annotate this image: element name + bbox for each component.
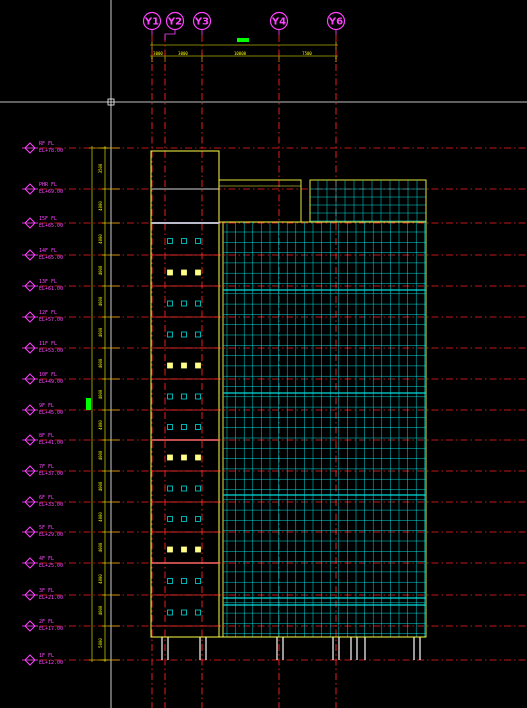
- level-name: 6F FL: [39, 495, 54, 501]
- left-dimension-value: 4000: [98, 420, 103, 430]
- left-dimension-value: 4000: [98, 296, 103, 306]
- level-name: 14F FL: [39, 248, 57, 254]
- top-dimension-value: 3000: [178, 51, 188, 56]
- grid-bubble-label: Y3: [194, 17, 209, 28]
- core-window: [167, 269, 173, 276]
- core-window: [181, 546, 187, 553]
- core-window: [181, 362, 187, 369]
- core-window: [167, 454, 173, 461]
- left-dimension-value: 4000: [98, 481, 103, 491]
- level-elevation: EL+49.00: [39, 379, 63, 385]
- level-name: 15F FL: [39, 216, 57, 222]
- level-elevation: EL+61.00: [39, 286, 63, 292]
- top-dimension-value: 7500: [302, 51, 312, 56]
- level-name: 12F FL: [39, 310, 57, 316]
- level-elevation: EL+37.00: [39, 471, 63, 477]
- level-elevation: EL+25.00: [39, 563, 63, 569]
- level-elevation: EL+33.00: [39, 502, 63, 508]
- left-dimension-value: 4000: [98, 389, 103, 399]
- level-name: 5F FL: [39, 525, 54, 531]
- core-window: [167, 362, 173, 369]
- left-dimension-value: 4000: [98, 234, 103, 244]
- left-dimension-value: 4000: [98, 327, 103, 337]
- grid-bubble-label: Y4: [271, 17, 286, 28]
- core-window: [195, 269, 201, 276]
- level-name: 11F FL: [39, 341, 57, 347]
- level-elevation: EL+69.00: [39, 189, 63, 195]
- level-name: 7F FL: [39, 464, 54, 470]
- left-dimension-value: 4000: [98, 574, 103, 584]
- left-dimension-value: 4000: [98, 512, 103, 522]
- level-name: 1F FL: [39, 653, 54, 659]
- level-elevation: EL+12.00: [39, 660, 63, 666]
- cad-drawing-canvas[interactable]: Y1 Y2 Y3 Y4 Y6 3000 3000 10000 7500 RF FLEL+78.…: [0, 0, 527, 708]
- level-name: 3F FL: [39, 588, 54, 594]
- level-name: 2F FL: [39, 619, 54, 625]
- top-dimension-value: 10000: [234, 51, 247, 56]
- core-window: [181, 454, 187, 461]
- level-name: RF FL: [39, 141, 54, 147]
- level-name: PHR FL: [39, 182, 57, 188]
- level-elevation: EL+57.00: [39, 317, 63, 323]
- grid-bubble-label: Y6: [328, 17, 343, 28]
- core-window: [167, 546, 173, 553]
- level-name: 9F FL: [39, 403, 54, 409]
- dimension-grip[interactable]: [237, 38, 249, 42]
- level-name: 10F FL: [39, 372, 57, 378]
- level-elevation: EL+45.00: [39, 410, 63, 416]
- level-elevation: EL+29.00: [39, 532, 63, 538]
- model-space-background[interactable]: [0, 0, 527, 708]
- level-elevation: EL+41.00: [39, 440, 63, 446]
- left-dimension-value: 4000: [98, 605, 103, 615]
- top-dimension-value: 3000: [153, 51, 163, 56]
- level-elevation: EL+65.00: [39, 223, 63, 229]
- level-elevation: EL+17.00: [39, 626, 63, 632]
- level-name: 13F FL: [39, 279, 57, 285]
- grid-bubble-label: Y1: [144, 17, 159, 28]
- level-name: 8F FL: [39, 433, 54, 439]
- grid-bubble-label: Y2: [167, 17, 182, 28]
- level-name: 4F FL: [39, 556, 54, 562]
- level-elevation: EL+21.00: [39, 595, 63, 601]
- level-elevation: EL+53.00: [39, 348, 63, 354]
- left-dimension-value: 4000: [98, 450, 103, 460]
- left-dimension-value: 4000: [98, 265, 103, 275]
- level-elevation: EL+78.00: [39, 148, 63, 154]
- level-elevation: EL+65.00: [39, 255, 63, 261]
- left-dimension-value: 4000: [98, 358, 103, 368]
- left-dimension-value: 3500: [98, 163, 103, 173]
- left-dimension-value: 4000: [98, 201, 103, 211]
- core-window: [181, 269, 187, 276]
- left-dimension-value: 4000: [98, 542, 103, 552]
- core-window: [195, 454, 201, 461]
- left-dimension-value: 5000: [98, 638, 103, 648]
- core-window: [195, 362, 201, 369]
- dimension-grip[interactable]: [86, 398, 91, 410]
- core-window: [195, 546, 201, 553]
